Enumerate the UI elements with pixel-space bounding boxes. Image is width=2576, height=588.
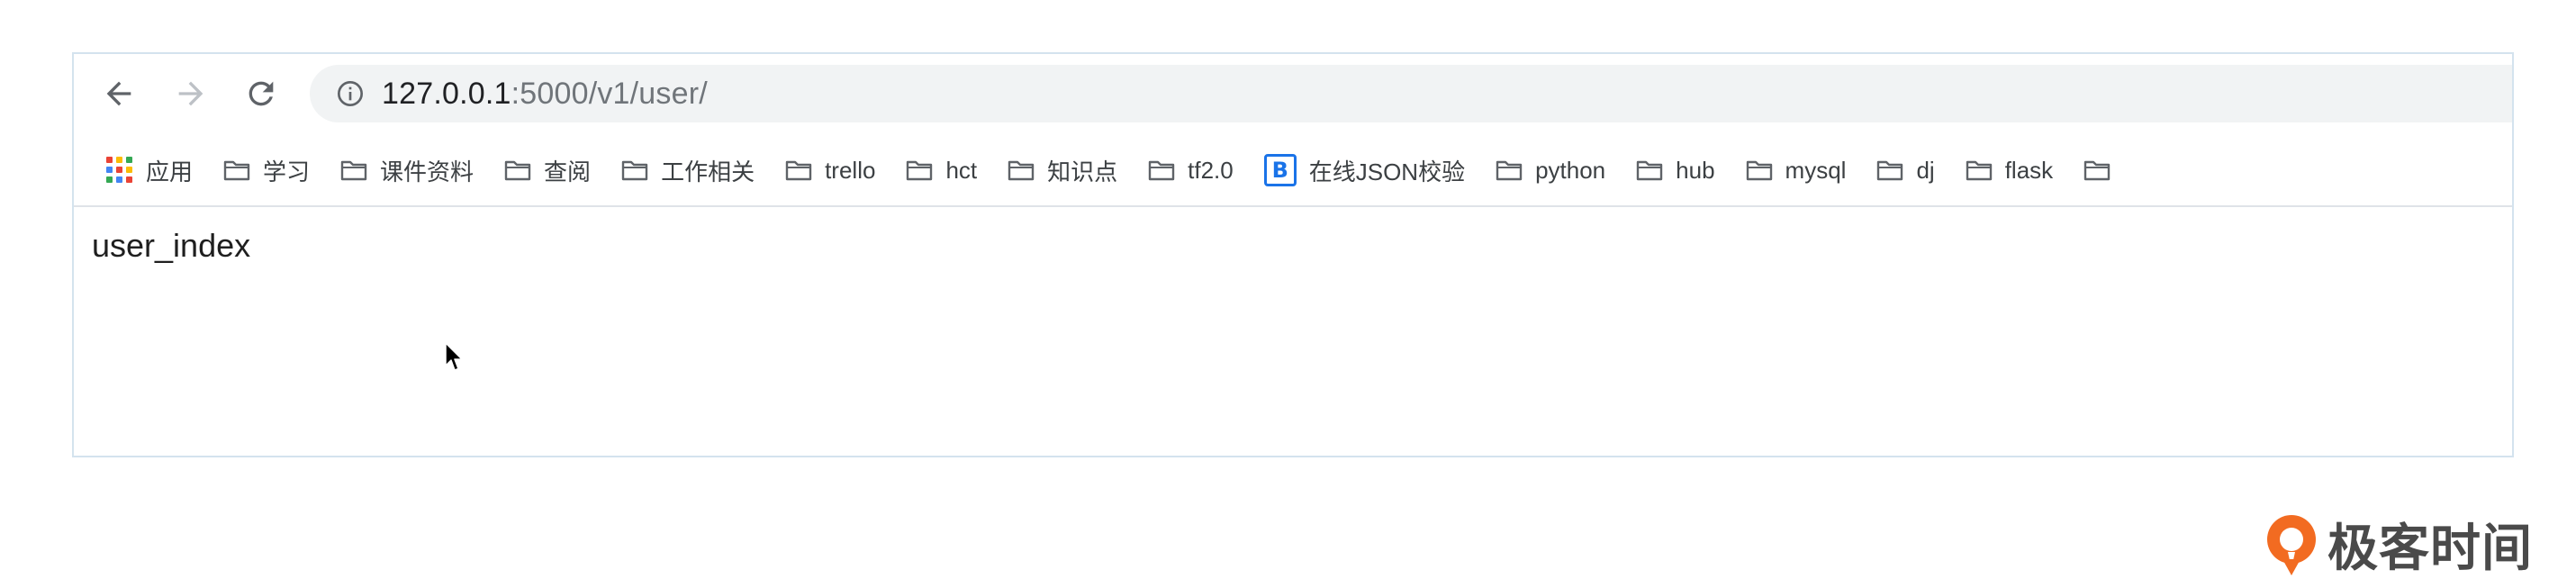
mouse-cursor-icon (445, 342, 465, 377)
back-button[interactable] (95, 70, 142, 117)
reload-icon (249, 81, 274, 106)
bookmark-知识点[interactable]: 知识点 (1008, 154, 1117, 187)
bookmark-label: dj (1916, 156, 1935, 184)
arrow-right-icon (178, 81, 203, 106)
bookmark-应用[interactable]: 应用 (106, 154, 193, 187)
folder-icon (1636, 158, 1663, 182)
bookmark-label: 应用 (146, 158, 194, 185)
folder-icon (2083, 158, 2111, 182)
folder-icon (340, 158, 367, 182)
folder-icon (906, 158, 933, 182)
apps-grid-icon (106, 157, 133, 184)
bookmark-dj[interactable]: dj (1876, 156, 1935, 185)
bookmark-工作相关[interactable]: 工作相关 (621, 154, 755, 187)
bookmark-tf2-0[interactable]: tf2.0 (1148, 157, 1234, 185)
forward-button[interactable] (167, 70, 214, 117)
bookmark-label: 查阅 (544, 158, 592, 185)
arrow-left-icon (106, 81, 131, 106)
folder-icon (621, 158, 648, 182)
bookmark-label: 课件资料 (380, 158, 475, 185)
bookmark-label: 知识点 (1047, 158, 1118, 185)
bookmark-课件资料[interactable]: 课件资料 (340, 154, 474, 187)
browser-toolbar: 127.0.0.1:5000/v1/user/ (74, 54, 2512, 135)
bookmark-hct[interactable]: hct (906, 157, 977, 185)
bookmark-label: 工作相关 (661, 158, 755, 185)
geek-time-logo-icon (2267, 514, 2316, 575)
folder-icon (1148, 158, 1175, 182)
folder-icon (1746, 158, 1773, 182)
b-badge-icon: B (1263, 154, 1297, 186)
info-icon[interactable] (335, 78, 366, 109)
watermark-logo: 极客时间 (2263, 508, 2533, 581)
bookmark-label: 学习 (263, 158, 311, 185)
folder-icon (1876, 158, 1903, 182)
page-body-text: user_index (92, 227, 251, 264)
bookmark-mysql[interactable]: mysql (1746, 156, 1847, 185)
bookmark-label: flask (2004, 156, 2054, 184)
address-bar[interactable]: 127.0.0.1:5000/v1/user/ (310, 65, 2512, 122)
bookmarks-bar: 应用 学习 课件资料 查阅 工作相关 trello hct 知识点 tf2.0 B 在线JSON校验… (74, 135, 2512, 207)
bookmark-python[interactable]: python (1496, 157, 1605, 185)
folder-icon (1496, 158, 1523, 182)
bookmark-label: hub (1676, 156, 1715, 184)
watermark-text: 极客时间 (2327, 520, 2533, 576)
url-text: 127.0.0.1:5000/v1/user/ (382, 77, 708, 112)
folder-icon (1008, 158, 1035, 182)
bookmark-查阅[interactable]: 查阅 (504, 154, 591, 187)
bookmark-label: mysql (1785, 156, 1847, 184)
bookmark-trello[interactable]: trello (785, 157, 875, 185)
bookmark-label: hct (945, 156, 978, 184)
bookmark-hub[interactable]: hub (1636, 156, 1715, 185)
reload-button[interactable] (238, 70, 285, 117)
bookmark-学习[interactable]: 学习 (223, 154, 310, 187)
browser-window: 127.0.0.1:5000/v1/user/ 应用 学习 课件资料 查阅 工作相关 tr… (72, 52, 2514, 457)
bookmark-label: trello (825, 156, 876, 184)
folder-icon (785, 158, 812, 182)
bookmark-label: python (1535, 156, 1606, 184)
folder-icon (1966, 158, 1993, 182)
page-content: user_index (74, 207, 2512, 456)
bookmark-label: 在线JSON校验 (1308, 158, 1466, 185)
page-root: 127.0.0.1:5000/v1/user/ 应用 学习 课件资料 查阅 工作相关 tr… (0, 0, 2576, 588)
url-host: 127.0.0.1 (382, 76, 511, 111)
bookmark-flask[interactable]: flask (1966, 157, 2053, 185)
bookmark-在线json校验[interactable]: B 在线JSON校验 (1263, 154, 1466, 187)
bookmark-overflow[interactable] (2083, 158, 2123, 182)
url-path: :5000/v1/user/ (511, 76, 708, 111)
bookmark-label: tf2.0 (1188, 156, 1234, 184)
folder-icon (223, 158, 250, 182)
folder-icon (504, 158, 531, 182)
